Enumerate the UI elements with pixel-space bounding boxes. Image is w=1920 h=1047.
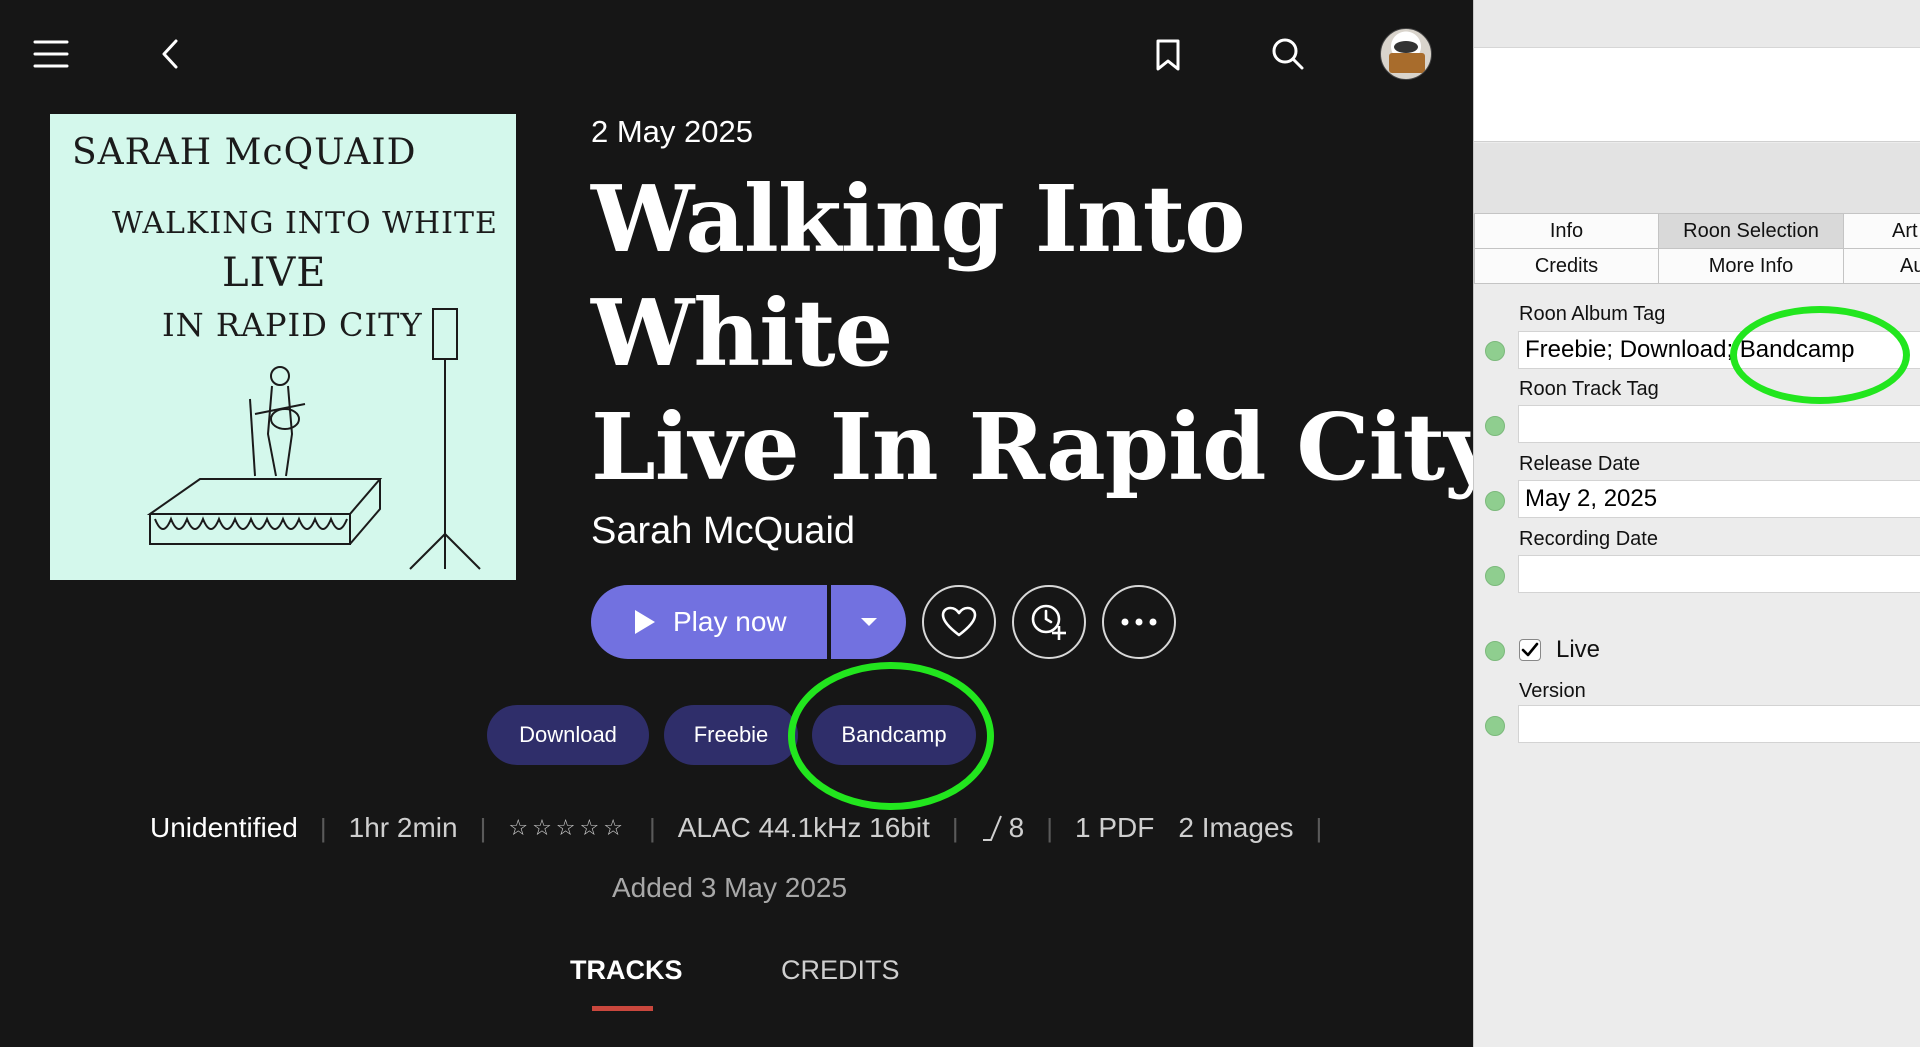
versions-icon (982, 815, 1002, 841)
separator: | (1046, 812, 1053, 843)
profile-avatar[interactable] (1380, 28, 1432, 80)
album-title: Walking Into White Live In Rapid City (591, 162, 1473, 504)
label-album-tag: Roon Album Tag (1519, 303, 1666, 325)
editor-spacer (1474, 143, 1920, 213)
images-count[interactable]: 2 Images (1178, 812, 1293, 844)
caret-down-icon (860, 618, 877, 626)
release-date-input[interactable]: May 2, 2025 (1518, 480, 1920, 518)
status-dot (1485, 716, 1505, 736)
more-icon (1121, 618, 1157, 626)
cover-title-text: WALKING INTO WHITE (112, 206, 498, 241)
cover-drawing (146, 308, 481, 570)
separator: | (648, 812, 656, 843)
tag-freebie[interactable]: Freebie (664, 705, 798, 765)
tab-more-info[interactable]: More Info (1658, 248, 1844, 284)
status-dot (1485, 341, 1505, 361)
artist-link[interactable]: Sarah McQuaid (591, 510, 855, 553)
tab-au[interactable]: Au (1843, 248, 1920, 284)
favorite-button[interactable] (922, 585, 996, 659)
back-icon[interactable] (155, 36, 185, 72)
status-dot (1485, 641, 1505, 661)
tag-download[interactable]: Download (487, 705, 649, 765)
tab-roon-selection[interactable]: Roon Selection (1658, 213, 1844, 249)
label-version: Version (1519, 680, 1586, 702)
cover-artist-text: SARAH McQUAID (72, 132, 417, 173)
audio-format[interactable]: ALAC 44.1kHz 16bit (678, 812, 930, 844)
duration: 1hr 2min (348, 812, 458, 843)
more-options-button[interactable] (1102, 585, 1176, 659)
checkmark-icon (1521, 642, 1539, 657)
album-title-line: White (591, 279, 893, 387)
status-dot (1485, 566, 1505, 586)
identification-status[interactable]: Unidentified (150, 812, 298, 844)
play-options-dropdown[interactable] (831, 585, 906, 659)
versions-count[interactable]: 8 (1009, 812, 1025, 844)
rating-stars[interactable]: ☆☆☆☆☆ (508, 815, 627, 841)
label-track-tag: Roon Track Tag (1519, 378, 1659, 400)
label-release-date: Release Date (1519, 453, 1641, 475)
heart-icon (941, 606, 977, 637)
tab-art[interactable]: Art (1843, 213, 1920, 249)
search-icon[interactable] (1270, 36, 1306, 72)
clock-plus-icon (1031, 604, 1066, 640)
separator: | (1315, 812, 1323, 843)
editor-header (1474, 48, 1920, 142)
recording-date-input[interactable] (1518, 555, 1920, 593)
album-tag-input[interactable]: Freebie; Download; Bandcamp (1518, 331, 1920, 369)
metadata-editor: Info Roon Selection Art Credits More Inf… (1473, 0, 1920, 1047)
album-title-line: Live In Rapid City (591, 393, 1473, 501)
play-now-label: Play now (673, 606, 787, 637)
active-tab-indicator (592, 1006, 653, 1011)
album-info-row: Unidentified | 1hr 2min | ☆☆☆☆☆ | ALAC 4… (150, 808, 1344, 848)
label-recording-date: Recording Date (1519, 528, 1658, 550)
cover-live-text: LIVE (222, 250, 327, 296)
bookmark-icon[interactable] (1152, 36, 1184, 74)
version-input[interactable] (1518, 705, 1920, 743)
pdf-count[interactable]: 1 PDF (1075, 812, 1154, 844)
status-dot (1485, 416, 1505, 436)
separator: | (951, 812, 959, 843)
live-label: Live (1556, 636, 1601, 663)
tab-info[interactable]: Info (1474, 213, 1659, 249)
play-now-button[interactable]: Play now (591, 585, 827, 659)
editor-toolbar (1474, 0, 1920, 48)
play-icon (635, 610, 655, 634)
live-checkbox[interactable] (1519, 639, 1541, 661)
tab-credits-editor[interactable]: Credits (1474, 248, 1659, 284)
track-tag-input[interactable] (1518, 405, 1920, 443)
tab-credits[interactable]: CREDITS (781, 955, 900, 986)
roon-album-view: SARAH McQUAID WALKING INTO WHITE LIVE IN… (0, 0, 1473, 1047)
tag-bandcamp[interactable]: Bandcamp (812, 705, 976, 765)
album-title-line: Walking Into (591, 165, 1246, 273)
menu-icon[interactable] (30, 36, 72, 72)
release-date: 2 May 2025 (591, 114, 753, 149)
add-to-queue-button[interactable] (1012, 585, 1086, 659)
album-cover[interactable]: SARAH McQUAID WALKING INTO WHITE LIVE IN… (50, 114, 516, 580)
cover-location-text: IN RAPID CITY (162, 306, 423, 344)
date-added: Added 3 May 2025 (612, 872, 848, 903)
separator: | (319, 812, 327, 843)
status-dot (1485, 491, 1505, 511)
tab-tracks[interactable]: TRACKS (570, 955, 683, 986)
separator: | (479, 812, 487, 843)
